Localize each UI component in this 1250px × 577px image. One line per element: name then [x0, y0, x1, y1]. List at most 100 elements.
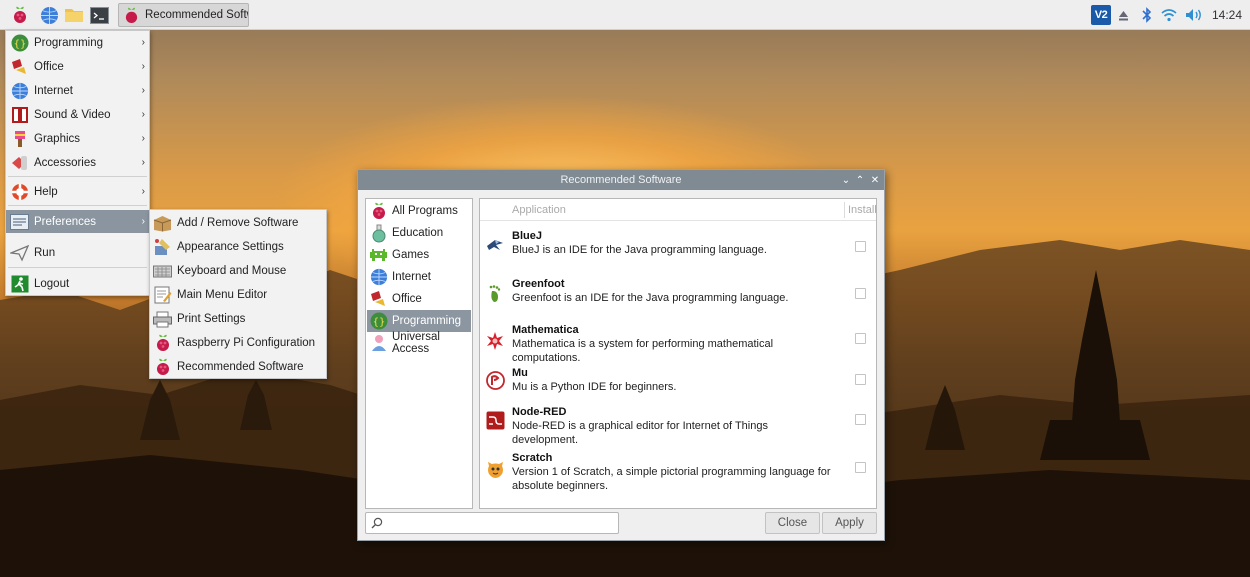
taskbar-task-recommended-software[interactable]: Recommended Softw...	[118, 3, 249, 27]
app-name: Scratch	[512, 452, 553, 464]
app-row-mu[interactable]: Mu Mu is a Python IDE for beginners.	[480, 367, 876, 403]
internet-icon	[10, 81, 29, 100]
close-icon[interactable]: ✕	[869, 173, 881, 187]
install-checkbox[interactable]	[855, 333, 866, 344]
app-description: BlueJ is an IDE for the Java programming…	[512, 244, 767, 256]
menu-item-label: Logout	[34, 277, 70, 290]
internet-icon	[369, 268, 388, 287]
submenu-item-label: Main Menu Editor	[177, 289, 268, 301]
category-label: Universal Access	[392, 331, 440, 355]
submenu-item-raspberry-pi-configuration[interactable]: Raspberry Pi Configuration	[150, 331, 326, 355]
submenu-item-keyboard-and-mouse[interactable]: Keyboard and Mouse	[150, 259, 326, 283]
install-checkbox[interactable]	[855, 288, 866, 299]
app-row-mathematica[interactable]: Mathematica Mathematica is a system for …	[480, 324, 876, 364]
submenu-item-recommended-software[interactable]: Recommended Software	[150, 355, 326, 379]
dialog-title: Recommended Software	[560, 174, 682, 186]
application-list: Application Install BlueJ BlueJ is an ID…	[479, 198, 877, 509]
terminal-icon[interactable]	[89, 5, 109, 25]
vnc-icon[interactable]: V2	[1091, 5, 1111, 25]
menu-item-graphics[interactable]: Graphics ›	[6, 127, 149, 150]
apply-button[interactable]: Apply	[822, 512, 877, 534]
menu-item-internet[interactable]: Internet ›	[6, 79, 149, 102]
menu-item-accessories[interactable]: Accessories ›	[6, 151, 149, 174]
raspberry-icon	[122, 6, 141, 25]
app-description: Mu is a Python IDE for beginners.	[512, 381, 677, 393]
menu-separator	[8, 205, 147, 206]
raspberry-menu-icon[interactable]	[10, 5, 30, 25]
install-checkbox[interactable]	[855, 462, 866, 473]
chevron-right-icon: ›	[141, 216, 145, 227]
submenu-item-main-menu-editor[interactable]: Main Menu Editor	[150, 283, 326, 307]
chevron-right-icon: ›	[141, 157, 145, 168]
run-icon	[10, 243, 29, 262]
chevron-right-icon: ›	[141, 109, 145, 120]
submenu-item-label: Raspberry Pi Configuration	[177, 337, 316, 349]
install-checkbox[interactable]	[855, 241, 866, 252]
category-programming[interactable]: {} Programming	[367, 310, 471, 332]
menu-item-sound-video[interactable]: Sound & Video ›	[6, 103, 149, 126]
menu-item-run[interactable]: Run	[6, 241, 149, 264]
preferences-icon	[10, 212, 29, 231]
menu-item-preferences[interactable]: Preferences ›	[6, 210, 149, 233]
app-description: Mathematica is a system for performing m…	[512, 338, 774, 364]
category-list: All Programs Education Games Internet Of…	[365, 198, 473, 509]
volume-icon[interactable]	[1184, 6, 1204, 24]
app-row-node-red[interactable]: Node-RED Node-RED is a graphical editor …	[480, 406, 876, 446]
main-menu: {} Programming › Office › Internet › Sou…	[5, 30, 150, 296]
category-office[interactable]: Office	[367, 288, 471, 310]
chevron-right-icon: ›	[141, 85, 145, 96]
menu-item-programming[interactable]: {} Programming ›	[6, 31, 149, 54]
column-header-application[interactable]: Application	[512, 204, 566, 216]
submenu-item-appearance-settings[interactable]: Appearance Settings	[150, 235, 326, 259]
menu-separator	[8, 176, 147, 177]
app-name: Greenfoot	[512, 278, 565, 290]
close-button[interactable]: Close	[765, 512, 820, 534]
category-internet[interactable]: Internet	[367, 266, 471, 288]
submenu-item-print-settings[interactable]: Print Settings	[150, 307, 326, 331]
app-description: Node-RED is a graphical editor for Inter…	[512, 420, 768, 446]
category-label: Education	[392, 227, 444, 239]
education-icon	[369, 224, 388, 243]
app-row-greenfoot[interactable]: Greenfoot Greenfoot is an IDE for the Ja…	[480, 278, 876, 314]
bluetooth-icon[interactable]	[1140, 6, 1154, 24]
submenu-item-add-remove-software[interactable]: Add / Remove Software	[150, 211, 326, 235]
menu-item-office[interactable]: Office ›	[6, 55, 149, 78]
svg-text:{}: {}	[13, 39, 26, 50]
menu-item-label: Programming	[34, 36, 104, 49]
raspberry-icon	[153, 334, 172, 353]
menu-item-logout[interactable]: Logout	[6, 272, 149, 295]
maximize-icon[interactable]: ⌃	[854, 173, 866, 187]
minimize-icon[interactable]: ⌄	[840, 173, 852, 187]
category-label: All Programs	[392, 205, 458, 217]
install-checkbox[interactable]	[855, 414, 866, 425]
search-input[interactable]	[365, 512, 619, 534]
graphics-icon	[10, 129, 29, 148]
wifi-icon[interactable]	[1160, 6, 1178, 24]
file-manager-icon[interactable]	[64, 5, 84, 25]
web-browser-icon[interactable]	[39, 5, 59, 25]
search-icon	[371, 517, 383, 532]
column-header-install[interactable]: Install	[848, 204, 876, 216]
category-all-programs[interactable]: All Programs	[367, 200, 471, 222]
category-education[interactable]: Education	[367, 222, 471, 244]
dialog-titlebar[interactable]: Recommended Software ⌄ ⌃ ✕	[358, 170, 884, 190]
eject-icon[interactable]	[1116, 6, 1130, 24]
menu-item-label: Sound & Video	[34, 108, 111, 121]
games-icon	[369, 246, 388, 265]
install-checkbox[interactable]	[855, 374, 866, 385]
chevron-right-icon: ›	[141, 37, 145, 48]
greenfoot-icon	[485, 284, 505, 304]
app-row-bluej[interactable]: BlueJ BlueJ is an IDE for the Java progr…	[480, 230, 876, 266]
chevron-right-icon: ›	[141, 61, 145, 72]
app-row-scratch[interactable]: Scratch Version 1 of Scratch, a simple p…	[480, 452, 876, 500]
menu-item-help[interactable]: Help ›	[6, 180, 149, 203]
raspberry-icon	[369, 202, 388, 221]
category-games[interactable]: Games	[367, 244, 471, 266]
clock[interactable]: 14:24	[1212, 8, 1242, 22]
sound-video-icon	[10, 105, 29, 124]
submenu-item-label: Print Settings	[177, 313, 246, 325]
programming-icon: {}	[10, 33, 29, 52]
category-universal-access[interactable]: Universal Access	[367, 331, 471, 355]
category-label: Office	[392, 293, 422, 305]
node-red-icon	[485, 410, 505, 430]
